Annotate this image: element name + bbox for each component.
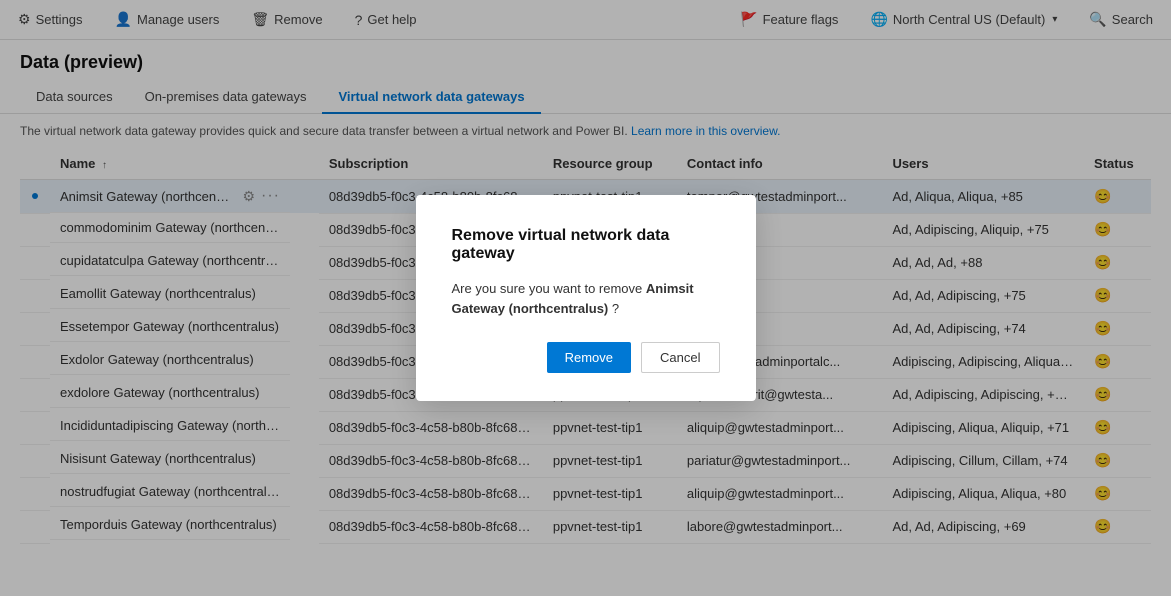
modal-body: Are you sure you want to remove Animsit … (452, 279, 720, 318)
remove-gateway-modal: Remove virtual network data gateway Are … (416, 195, 756, 401)
modal-overlay: Remove virtual network data gateway Are … (0, 0, 1171, 596)
modal-actions: Remove Cancel (452, 342, 720, 373)
confirm-remove-button[interactable]: Remove (547, 342, 631, 373)
modal-title: Remove virtual network data gateway (452, 227, 720, 263)
cancel-button[interactable]: Cancel (641, 342, 719, 373)
